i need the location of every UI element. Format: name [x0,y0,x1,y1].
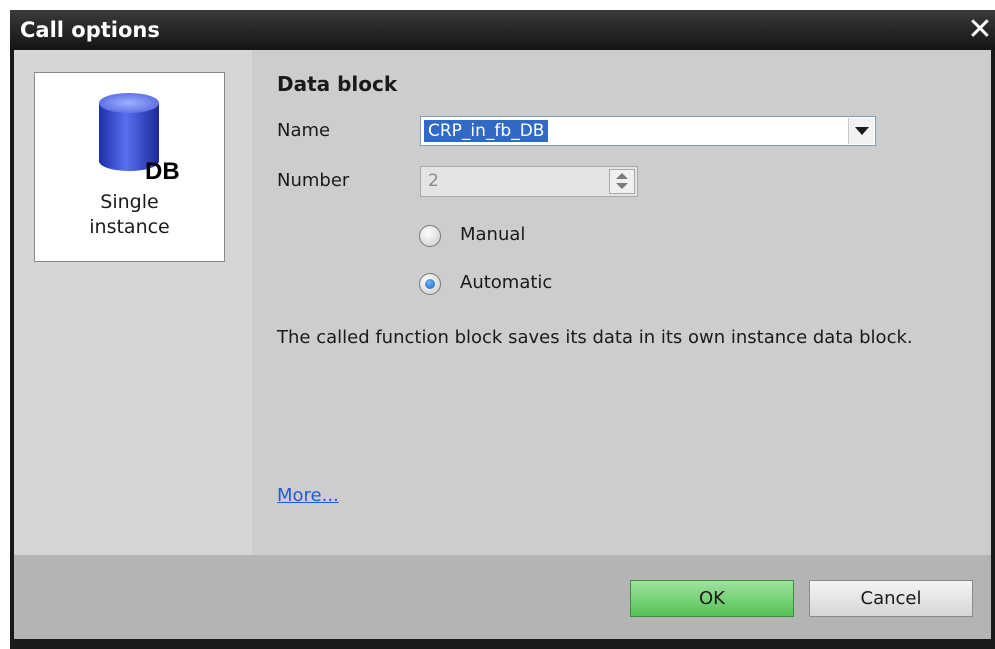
number-value: 2 [428,171,439,191]
section-title: Data block [277,72,398,96]
automatic-radio[interactable] [419,273,441,295]
db-icon-text: DB [145,158,180,183]
name-label: Name [277,120,331,141]
ok-button[interactable]: OK [630,580,794,617]
bottom-border [10,639,995,649]
radio-selected-dot [425,279,435,289]
description-text: The called function block saves its data… [277,327,913,348]
call-options-dialog: Call options ✕ DB Single instance Data b… [10,10,995,649]
name-value: CRP_in_fb_DB [424,120,549,142]
arrow-down-icon [616,183,628,189]
single-instance-option[interactable]: DB Single instance [34,72,225,262]
dialog-footer: OK Cancel [14,555,991,639]
title-bar: Call options ✕ [10,10,995,50]
dialog-title: Call options [20,18,160,42]
card-label-line1: Single [100,191,159,213]
number-spin-buttons[interactable] [609,169,635,194]
number-label: Number [277,170,350,191]
data-block-pane: Data block Name CRP_in_fb_DB Number 2 Ma… [252,50,991,555]
chevron-down-icon [855,127,869,135]
name-dropdown-button[interactable] [848,118,874,144]
automatic-radio-label: Automatic [460,272,553,293]
close-icon[interactable]: ✕ [965,14,995,46]
arrow-up-icon [616,173,628,179]
cancel-button[interactable]: Cancel [809,580,973,617]
more-link[interactable]: More... [277,485,339,506]
call-type-pane: DB Single instance [14,50,252,555]
manual-radio-label: Manual [460,224,526,245]
database-icon: DB [99,93,180,183]
manual-radio[interactable] [419,225,441,247]
name-combobox[interactable]: CRP_in_fb_DB [420,116,876,146]
number-stepper[interactable]: 2 [420,166,638,197]
card-label-line2: instance [89,216,170,238]
